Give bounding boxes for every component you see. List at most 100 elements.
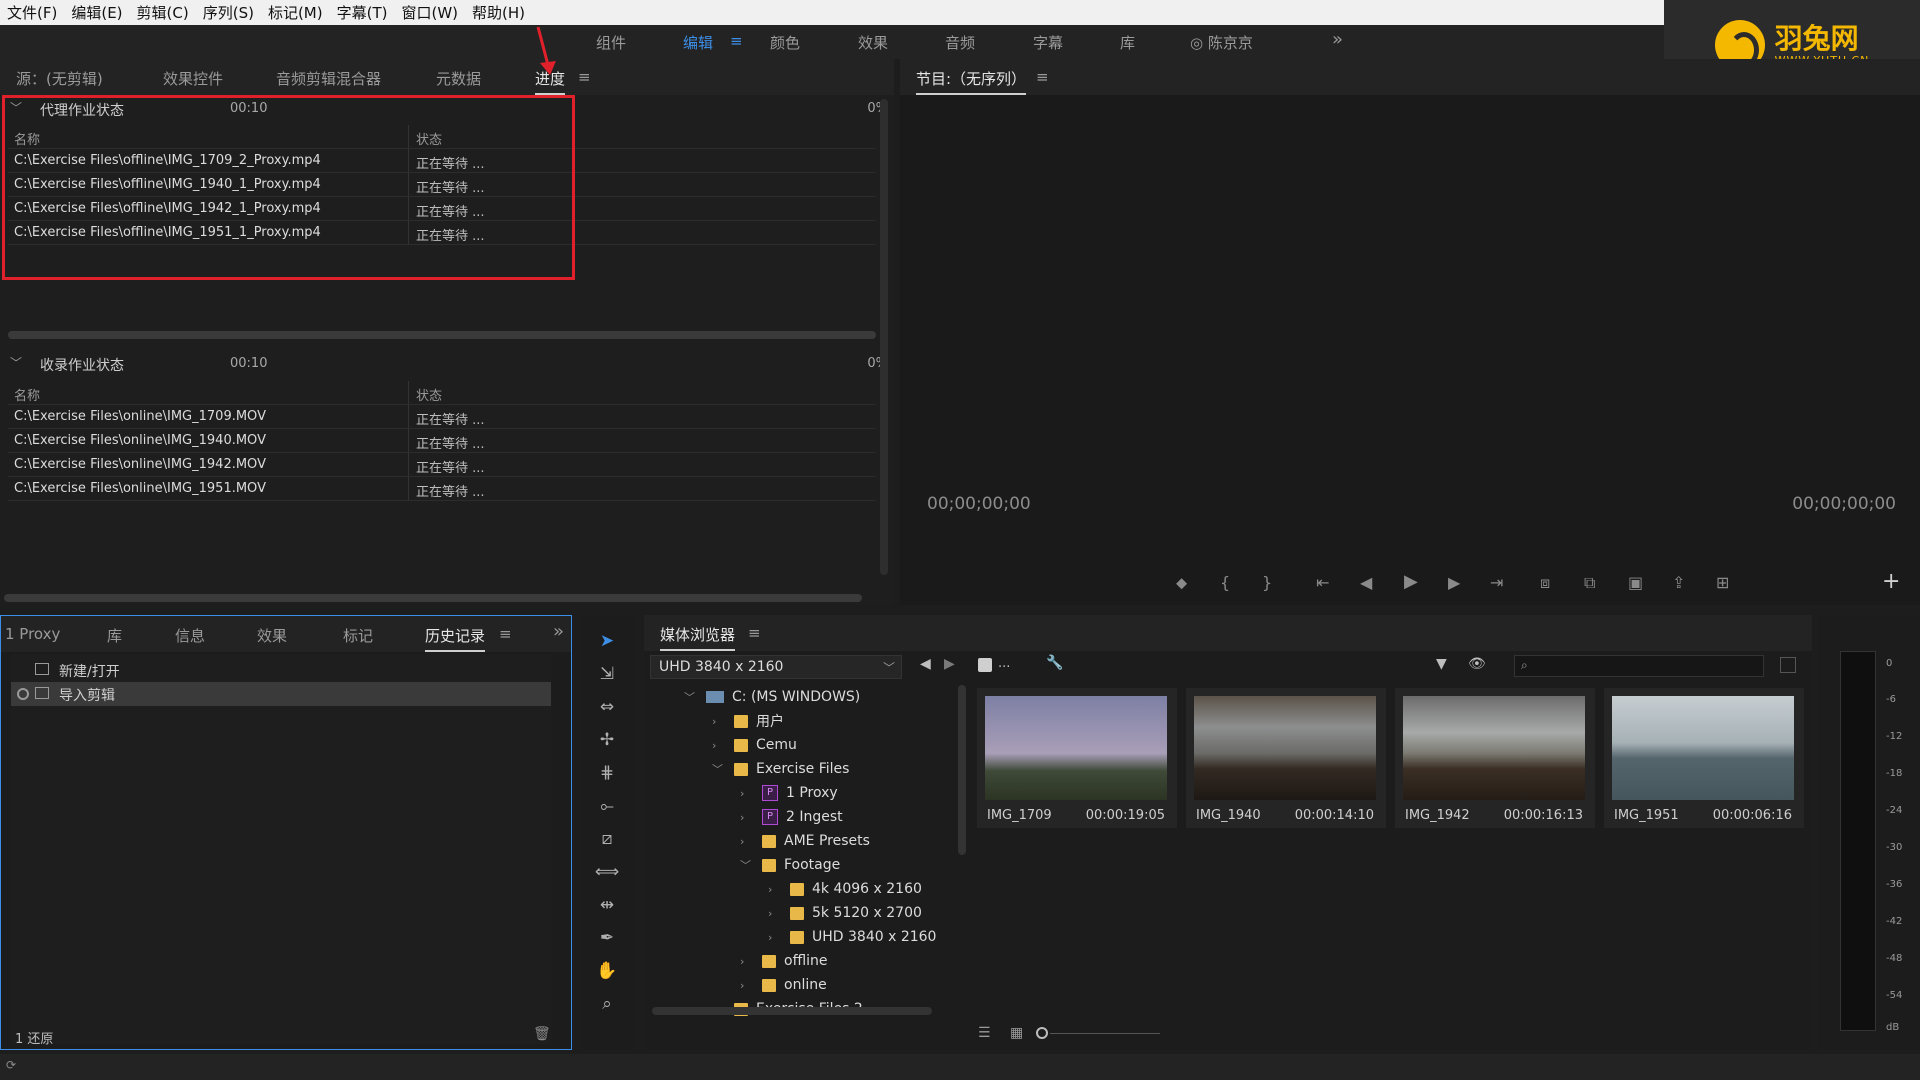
new-bin-icon[interactable] [1780, 657, 1796, 673]
back-arrow-icon[interactable]: ◀ [920, 656, 931, 672]
hand-tool-icon[interactable]: ✋ [594, 958, 620, 984]
step-forward-icon[interactable]: ▶ [1448, 573, 1460, 592]
tab-metadata[interactable]: 元数据 [436, 68, 481, 89]
chevron-down-icon[interactable]: ﹀ [684, 689, 698, 705]
menu-item[interactable]: 帮助(H) [465, 2, 532, 23]
media-browser-menu-icon[interactable]: ≡ [748, 624, 761, 642]
multi-camera-icon[interactable]: ⊞ [1716, 573, 1729, 592]
chevron-right-icon[interactable]: › [740, 979, 754, 992]
chevron-right-icon[interactable]: › [768, 883, 782, 896]
mark-in-icon[interactable]: { [1220, 573, 1230, 592]
tab-info[interactable]: 信息 [175, 625, 205, 646]
tree-item-1-proxy[interactable]: › P 1 Proxy [740, 781, 838, 805]
menu-item[interactable]: 字幕(T) [330, 2, 395, 23]
export-frame-icon[interactable]: ▣ [1628, 573, 1643, 592]
chevron-down-icon[interactable]: ﹀ [740, 857, 754, 873]
table-row[interactable]: C:\Exercise Files\online\IMG_1940.MOV 正在… [8, 429, 876, 453]
progress-hscrollbar[interactable] [4, 594, 862, 602]
icon-view-icon[interactable]: ▦ [1010, 1025, 1023, 1041]
trim-tool-icon[interactable]: ⟜ [594, 793, 620, 819]
trash-icon[interactable]: 🗑 [533, 1026, 551, 1042]
rate-stretch-tool-icon[interactable]: ⋕ [594, 760, 620, 786]
chevron-right-icon[interactable]: › [712, 739, 726, 752]
add-marker-icon[interactable]: ⬥ [1176, 573, 1187, 593]
slip-tool-icon[interactable]: ⟺ [594, 859, 620, 885]
tree-item-2-ingest[interactable]: › P 2 Ingest [740, 805, 843, 829]
list-view-icon[interactable]: ☰ [978, 1025, 991, 1041]
chevron-right-icon[interactable]: › [768, 907, 782, 920]
tree-item-4k[interactable]: › 4k 4096 x 2160 [768, 877, 922, 901]
go-to-in-icon[interactable]: ⇤ [1316, 573, 1329, 592]
selection-tool-icon[interactable]: ➤ [594, 628, 620, 654]
clip-thumbnail[interactable]: IMG_1951 00:00:06:16 [1604, 688, 1804, 828]
workspace-color[interactable]: 颜色 [770, 32, 800, 53]
table-row[interactable]: C:\Exercise Files\online\IMG_1951.MOV 正在… [8, 477, 876, 501]
chevron-down-icon[interactable]: ﹀ [712, 761, 726, 777]
tree-item-footage[interactable]: ﹀ Footage [740, 853, 840, 877]
tab-audio-clip-mixer[interactable]: 音频剪辑混合器 [276, 68, 381, 89]
tab-1-proxy[interactable]: 1 Proxy [5, 625, 60, 643]
zoom-tool-icon[interactable]: ⌕ [594, 991, 620, 1017]
slide-tool-icon[interactable]: ⇹ [594, 892, 620, 918]
tree-item-online[interactable]: › online [740, 973, 827, 997]
lift-icon[interactable]: ⧈ [1540, 573, 1550, 593]
panel-overflow-icon[interactable]: » [553, 621, 564, 642]
mark-out-icon[interactable]: } [1262, 573, 1272, 592]
workspace-effects[interactable]: 效果 [858, 32, 888, 53]
go-to-out-icon[interactable]: ⇥ [1490, 573, 1503, 592]
workspace-menu-icon[interactable]: ≡ [730, 32, 743, 50]
clip-thumbnail[interactable]: IMG_1940 00:00:14:10 [1186, 688, 1386, 828]
tab-effects[interactable]: 效果 [257, 625, 287, 646]
workspace-audio[interactable]: 音频 [945, 32, 975, 53]
zoom-slider-track[interactable] [1050, 1033, 1160, 1034]
forward-arrow-icon[interactable]: ▶ [944, 656, 955, 672]
chevron-down-icon[interactable]: ﹀ [10, 354, 22, 371]
share-icon[interactable]: ⇪ [1672, 573, 1685, 592]
table-row[interactable]: C:\Exercise Files\online\IMG_1942.MOV 正在… [8, 453, 876, 477]
clip-thumbnail[interactable]: IMG_1709 00:00:19:05 [977, 688, 1177, 828]
workspace-libraries[interactable]: 库 [1120, 32, 1135, 53]
table-row[interactable]: C:\Exercise Files\online\IMG_1709.MOV 正在… [8, 405, 876, 429]
menu-item[interactable]: 序列(S) [196, 2, 261, 23]
zoom-slider-handle[interactable] [1036, 1027, 1048, 1039]
rolling-edit-tool-icon[interactable]: ✢ [594, 727, 620, 753]
workspace-user[interactable]: ◎ 陈京京 [1190, 32, 1253, 53]
razor-tool-icon[interactable]: ⧄ [594, 826, 620, 852]
sync-icon[interactable]: ⟳ [6, 1058, 16, 1072]
workspace-overflow-icon[interactable]: » [1332, 29, 1343, 50]
tab-library[interactable]: 库 [107, 625, 122, 646]
tree-item-cemu[interactable]: › Cemu [712, 733, 797, 757]
pen-tool-icon[interactable]: ✒ [594, 925, 620, 951]
radio-icon[interactable] [17, 688, 29, 700]
menu-item[interactable]: 编辑(E) [64, 2, 129, 23]
tab-source[interactable]: 源：(无剪辑) [16, 68, 103, 89]
menu-item[interactable]: 窗口(W) [394, 2, 465, 23]
chevron-right-icon[interactable]: › [712, 715, 726, 728]
tree-item-drive[interactable]: ﹀ C: (MS WINDOWS) [684, 685, 860, 709]
location-dropdown[interactable]: UHD 3840 x 2160 ﹀ [650, 655, 902, 679]
clip-thumbnail[interactable]: IMG_1942 00:00:16:13 [1395, 688, 1595, 828]
wrench-icon[interactable]: 🔧 [1046, 655, 1063, 671]
extract-icon[interactable]: ⧉ [1584, 573, 1595, 593]
tab-history[interactable]: 历史记录 [425, 625, 486, 652]
history-menu-icon[interactable]: ≡ [499, 625, 512, 643]
menu-item[interactable]: 标记(M) [261, 2, 330, 23]
tree-item-offline[interactable]: › offline [740, 949, 827, 973]
tree-item-5k[interactable]: › 5k 5120 x 2700 [768, 901, 922, 925]
checkbox-icon[interactable] [978, 658, 992, 672]
chevron-right-icon[interactable]: › [740, 955, 754, 968]
workspace-editing[interactable]: 编辑 [683, 32, 713, 53]
tab-markers[interactable]: 标记 [343, 625, 373, 646]
tree-item-exercise-files[interactable]: ﹀ Exercise Files [712, 757, 849, 781]
chevron-right-icon[interactable]: › [740, 835, 754, 848]
chevron-right-icon[interactable]: › [740, 787, 754, 800]
program-menu-icon[interactable]: ≡ [1036, 68, 1049, 86]
step-back-icon[interactable]: ◀ [1360, 573, 1372, 592]
add-button-icon[interactable]: + [1882, 569, 1900, 594]
ripple-edit-tool-icon[interactable]: ⇔ [594, 694, 620, 720]
tree-item-ame-presets[interactable]: › AME Presets [740, 829, 870, 853]
tree-vscrollbar[interactable] [958, 685, 966, 855]
program-timecode-left[interactable]: 00;00;00;00 [927, 494, 1031, 514]
progress-vscrollbar[interactable] [880, 99, 888, 575]
menu-item[interactable]: 剪辑(C) [130, 2, 196, 23]
